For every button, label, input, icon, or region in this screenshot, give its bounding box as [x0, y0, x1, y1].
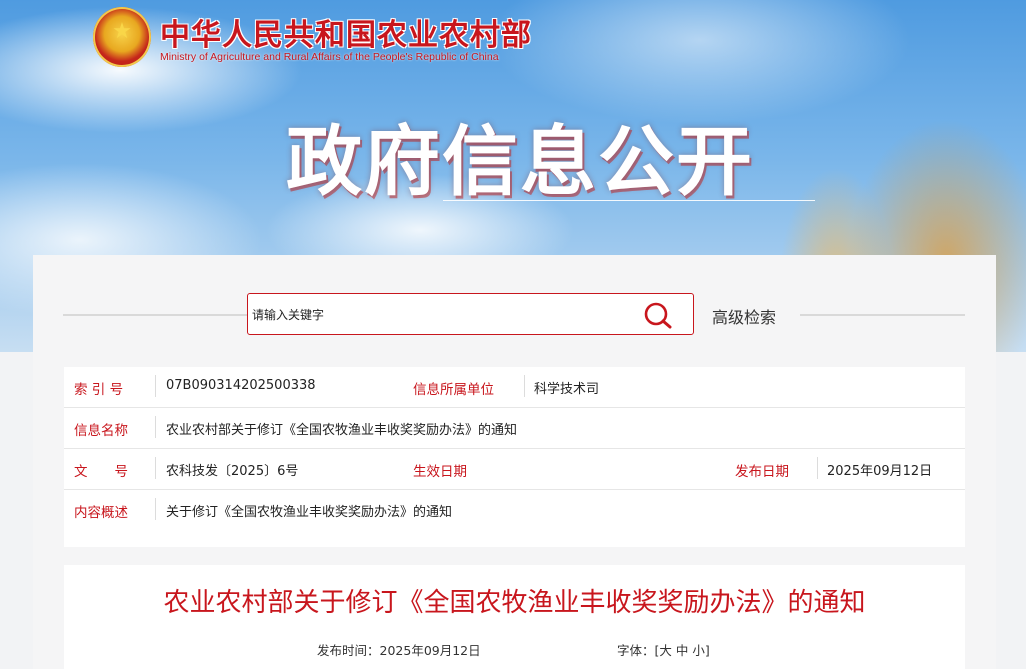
info-row-name: 信息名称 农业农村部关于修订《全国农牧渔业丰收奖奖励办法》的通知	[64, 408, 965, 449]
summary-label: 内容概述	[74, 505, 128, 521]
separator	[155, 416, 156, 438]
separator	[155, 457, 156, 479]
info-table: 索 引 号 07B090314202500338 信息所属单位 科学技术司 信息…	[64, 367, 965, 547]
info-row-index: 索 引 号 07B090314202500338 信息所属单位 科学技术司	[64, 367, 965, 408]
doc-number-value: 农科技发〔2025〕6号	[166, 464, 299, 479]
index-value: 07B090314202500338	[166, 378, 316, 393]
publish-time-value: 2025年09月12日	[379, 643, 481, 658]
effective-date-label: 生效日期	[413, 464, 467, 480]
ministry-name-cn[interactable]: 中华人民共和国农业农村部	[160, 10, 532, 54]
separator	[524, 375, 525, 397]
font-label: 字体：	[617, 643, 655, 658]
doc-number-label: 文 号	[74, 464, 128, 480]
unit-value: 科学技术司	[534, 382, 600, 397]
name-value: 农业农村部关于修订《全国农牧渔业丰收奖奖励办法》的通知	[166, 423, 518, 438]
divider-right	[800, 314, 965, 316]
national-emblem-logo[interactable]	[93, 7, 151, 67]
separator	[817, 457, 818, 479]
search-icon[interactable]	[642, 301, 676, 329]
advanced-search-link[interactable]: 高级检索	[712, 304, 776, 328]
unit-label: 信息所属单位	[413, 382, 494, 398]
publish-time-label: 发布时间：	[317, 643, 380, 658]
search-box	[247, 293, 694, 335]
font-large-button[interactable]: 大	[659, 643, 672, 658]
ministry-name-en[interactable]: Ministry of Agriculture and Rural Affair…	[160, 51, 499, 63]
article-publish-time: 发布时间：2025年09月12日	[317, 640, 481, 659]
info-row-doc: 文 号 农科技发〔2025〕6号 生效日期 发布日期 2025年09月12日	[64, 449, 965, 490]
font-small-button[interactable]: 小	[692, 643, 705, 658]
summary-value: 关于修订《全国农牧渔业丰收奖奖励办法》的通知	[166, 505, 453, 520]
page-title: 政府信息公开	[286, 117, 754, 206]
content-panel: 高级检索 索 引 号 07B090314202500338 信息所属单位 科学技…	[33, 255, 996, 669]
font-medium-button[interactable]: 中	[676, 643, 689, 658]
divider-left	[63, 314, 261, 316]
title-underline	[443, 200, 815, 201]
index-label: 索 引 号	[74, 382, 124, 398]
font-size-switcher: 字体：[大 中 小]	[617, 640, 710, 659]
publish-date-value: 2025年09月12日	[827, 464, 933, 479]
search-input[interactable]	[250, 302, 634, 328]
search-bar: 高级检索	[33, 293, 996, 337]
name-label: 信息名称	[74, 423, 128, 439]
article-title: 农业农村部关于修订《全国农牧渔业丰收奖奖励办法》的通知	[163, 588, 866, 618]
font-bracket-close: ]	[704, 643, 710, 658]
publish-date-label: 发布日期	[735, 464, 789, 480]
article-card: 农业农村部关于修订《全国农牧渔业丰收奖奖励办法》的通知 发布时间：2025年09…	[64, 565, 965, 669]
separator	[155, 498, 156, 520]
info-row-summary: 内容概述 关于修订《全国农牧渔业丰收奖奖励办法》的通知	[64, 490, 965, 530]
separator	[155, 375, 156, 397]
